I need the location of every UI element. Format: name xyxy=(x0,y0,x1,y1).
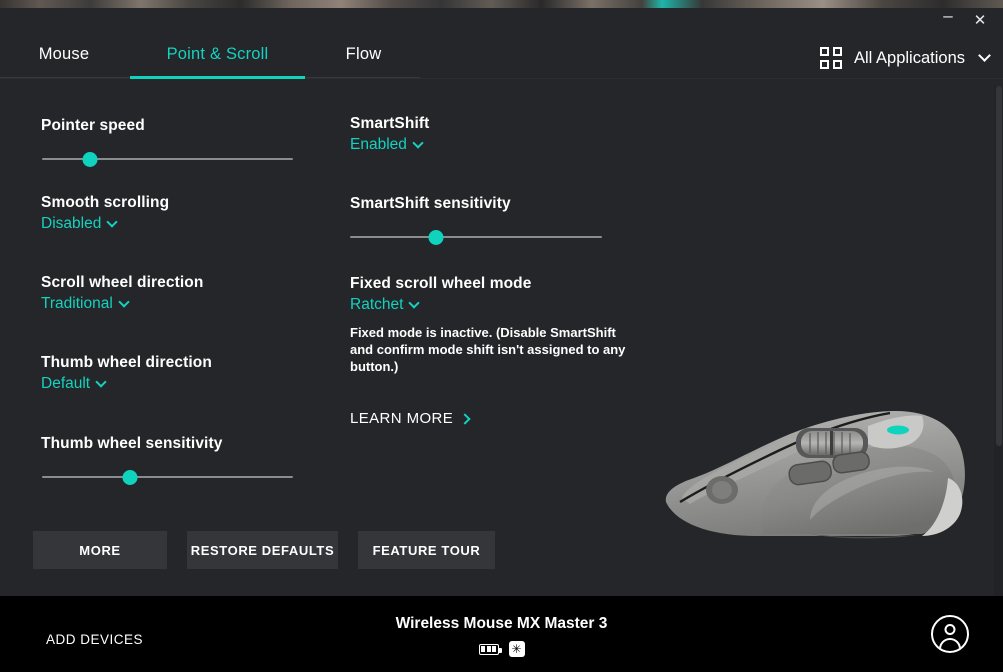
mx-master-3-illustration xyxy=(665,411,965,539)
smartshift-led xyxy=(887,425,909,435)
chevron-down-icon xyxy=(106,215,118,228)
chevron-down-icon xyxy=(95,375,107,388)
smooth-scrolling-dropdown[interactable]: Disabled xyxy=(41,215,118,233)
chevron-down-icon xyxy=(118,295,130,308)
chevron-down-icon xyxy=(978,49,991,62)
thumb-wheel-direction-dropdown[interactable]: Default xyxy=(41,375,107,393)
active-device-info: Wireless Mouse MX Master 3 ✳ xyxy=(0,615,1003,657)
fixed-scroll-wheel-mode-value: Ratchet xyxy=(350,296,404,313)
restore-defaults-button[interactable]: RESTORE DEFAULTS xyxy=(187,531,338,569)
content-scrollbar[interactable] xyxy=(994,86,1003,596)
slider-track xyxy=(42,158,293,160)
desktop-background-strip xyxy=(0,0,1003,8)
smartshift-label: SmartShift xyxy=(350,115,430,132)
application-selector-label: All Applications xyxy=(854,48,965,67)
smartshift-sensitivity-label: SmartShift sensitivity xyxy=(350,195,511,212)
bluetooth-icon: ✳ xyxy=(508,641,525,657)
thumb-wheel-sensitivity-label: Thumb wheel sensitivity xyxy=(41,435,223,452)
learn-more-link[interactable]: LEARN MORE xyxy=(350,410,471,427)
setting-thumb-wheel-sensitivity: Thumb wheel sensitivity xyxy=(41,435,222,453)
setting-scroll-wheel-direction: Scroll wheel direction Traditional xyxy=(41,274,203,313)
scroll-wheel-direction-label: Scroll wheel direction xyxy=(41,274,204,291)
settings-content: Pointer speed Smooth scrolling Disabled … xyxy=(0,86,1003,596)
tab-flow[interactable]: Flow xyxy=(316,30,411,78)
scroll-wheel-direction-dropdown[interactable]: Traditional xyxy=(41,295,130,313)
mouse-product-image xyxy=(660,386,980,556)
learn-more-label: LEARN MORE xyxy=(350,410,454,427)
slider-track xyxy=(350,236,602,238)
thumb-wheel-inner xyxy=(712,481,732,499)
slider-thumb[interactable] xyxy=(122,470,138,485)
tab-point-and-scroll[interactable]: Point & Scroll xyxy=(130,30,305,78)
slider-track xyxy=(42,476,293,478)
pointer-speed-slider[interactable] xyxy=(42,149,293,169)
fixed-scroll-wheel-mode-label: Fixed scroll wheel mode xyxy=(350,275,532,292)
smooth-scrolling-label: Smooth scrolling xyxy=(41,194,170,211)
setting-smartshift-sensitivity: SmartShift sensitivity xyxy=(350,195,511,213)
setting-fixed-scroll-wheel-mode: Fixed scroll wheel mode Ratchet xyxy=(350,275,531,314)
avatar-body xyxy=(939,638,961,651)
application-selector[interactable]: All Applications xyxy=(820,47,991,69)
smartshift-sensitivity-slider[interactable] xyxy=(350,227,602,247)
battery-icon xyxy=(478,643,502,655)
chevron-right-icon xyxy=(459,412,471,425)
chevron-down-icon xyxy=(412,136,424,149)
thumb-wheel-direction-label: Thumb wheel direction xyxy=(41,354,212,371)
slider-thumb[interactable] xyxy=(428,230,444,245)
more-button[interactable]: MORE xyxy=(33,531,167,569)
device-name: Wireless Mouse MX Master 3 xyxy=(395,615,608,632)
footer-bar: ADD DEVICES Wireless Mouse MX Master 3 ✳ xyxy=(0,596,1003,672)
fixed-scroll-wheel-mode-dropdown[interactable]: Ratchet xyxy=(350,296,421,314)
thumb-wheel-sensitivity-slider[interactable] xyxy=(42,467,293,487)
smooth-scrolling-value: Disabled xyxy=(41,215,102,232)
active-tab-underline xyxy=(130,76,305,79)
device-status-icons: ✳ xyxy=(0,641,1003,657)
tab-mouse[interactable]: Mouse xyxy=(14,30,114,78)
pointer-speed-label: Pointer speed xyxy=(41,117,145,134)
scrollbar-thumb[interactable] xyxy=(996,86,1002,446)
grid-apps-icon xyxy=(820,47,843,69)
action-button-row: MORE RESTORE DEFAULTS FEATURE TOUR xyxy=(33,531,495,569)
setting-pointer-speed: Pointer speed xyxy=(41,117,145,135)
slider-thumb[interactable] xyxy=(82,152,98,167)
logitech-options-window: – ✕ Mouse Point & Scroll Flow All Applic… xyxy=(0,0,1003,672)
chevron-down-icon xyxy=(408,296,421,309)
setting-thumb-wheel-direction: Thumb wheel direction Default xyxy=(41,354,212,393)
smartshift-value: Enabled xyxy=(350,136,407,153)
account-avatar-icon[interactable] xyxy=(931,615,969,653)
feature-tour-button[interactable]: FEATURE TOUR xyxy=(358,531,495,569)
smartshift-dropdown[interactable]: Enabled xyxy=(350,136,424,154)
fixed-mode-help-text: Fixed mode is inactive. (Disable SmartSh… xyxy=(350,325,626,374)
setting-smartshift: SmartShift Enabled xyxy=(350,115,429,154)
avatar-head xyxy=(944,624,956,635)
thumb-wheel-direction-value: Default xyxy=(41,375,91,392)
setting-smooth-scrolling: Smooth scrolling Disabled xyxy=(41,194,169,233)
scroll-wheel-direction-value: Traditional xyxy=(41,295,113,312)
